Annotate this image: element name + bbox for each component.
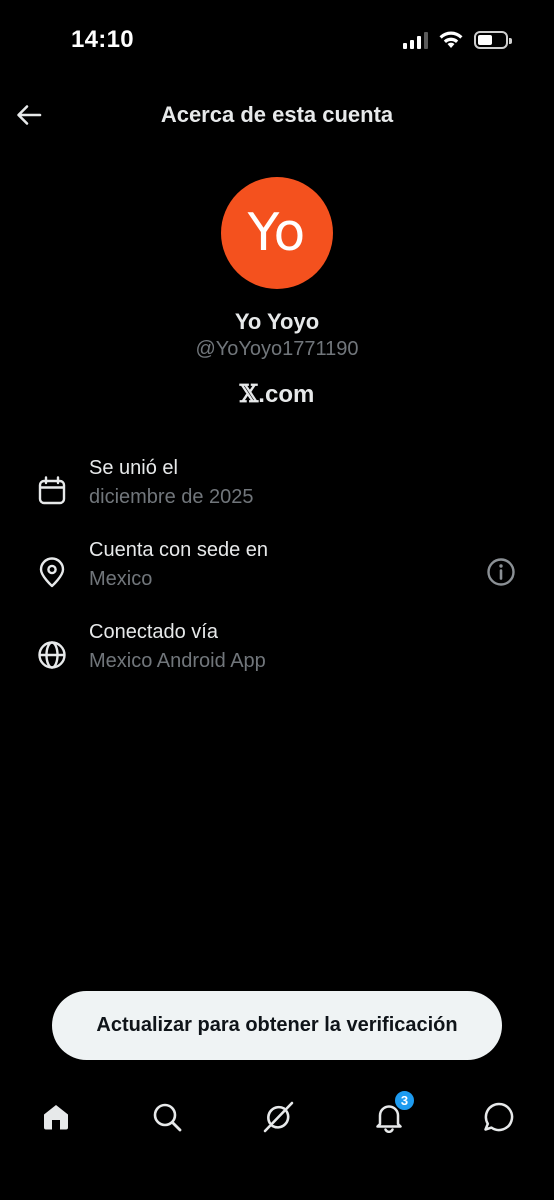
info-title: Se unió el	[89, 457, 178, 479]
x-logo: 𝕏	[239, 379, 259, 408]
info-value: Mexico	[89, 568, 153, 590]
nav-home[interactable]	[36, 1097, 76, 1137]
info-row-joined: Se unió el diciembre de 2025	[0, 457, 554, 527]
grok-icon	[263, 1101, 294, 1133]
info-value: diciembre de 2025	[89, 486, 254, 508]
header: Acerca de esta cuenta	[0, 92, 554, 138]
avatar[interactable]: Yo	[221, 177, 333, 289]
notification-badge: 3	[394, 1090, 415, 1111]
info-value: Mexico Android App	[89, 650, 266, 672]
display-name: Yo Yoyo	[234, 309, 320, 334]
chat-bubble-icon	[484, 1102, 514, 1132]
location-pin-icon	[39, 557, 65, 588]
avatar-initials: Yo	[247, 203, 307, 263]
globe-icon	[38, 641, 66, 669]
nav-notifications[interactable]: 3	[369, 1090, 415, 1137]
wifi-icon	[439, 31, 463, 48]
calendar-icon	[38, 476, 66, 505]
battery-icon	[474, 31, 512, 49]
get-verified-button[interactable]: Actualizar para obtener la verificación	[52, 991, 502, 1060]
status-time: 14:10	[71, 26, 134, 53]
info-title: Conectado vía	[89, 621, 218, 643]
info-icon	[487, 558, 515, 586]
bottom-nav: 3	[0, 1085, 554, 1149]
home-indicator-area	[0, 1160, 554, 1200]
info-row-connected: Conectado vía Mexico Android App	[0, 621, 554, 691]
nav-search[interactable]	[147, 1097, 187, 1137]
home-icon	[44, 1105, 68, 1130]
status-bar: 14:10	[0, 0, 554, 84]
nav-grok[interactable]	[258, 1097, 298, 1137]
site-suffix: .com	[258, 381, 315, 408]
status-icons	[403, 30, 512, 50]
search-icon	[153, 1103, 182, 1132]
site-label: 𝕏.com	[0, 379, 554, 409]
page-title: Acerca de esta cuenta	[160, 102, 394, 127]
user-handle: @YoYoyo1771190	[195, 338, 359, 360]
nav-messages[interactable]	[479, 1097, 519, 1137]
info-title: Cuenta con sede en	[89, 539, 269, 561]
info-row-location: Cuenta con sede en Mexico	[0, 539, 554, 609]
cellular-signal-icon	[403, 31, 428, 49]
location-info-button[interactable]	[484, 555, 518, 589]
